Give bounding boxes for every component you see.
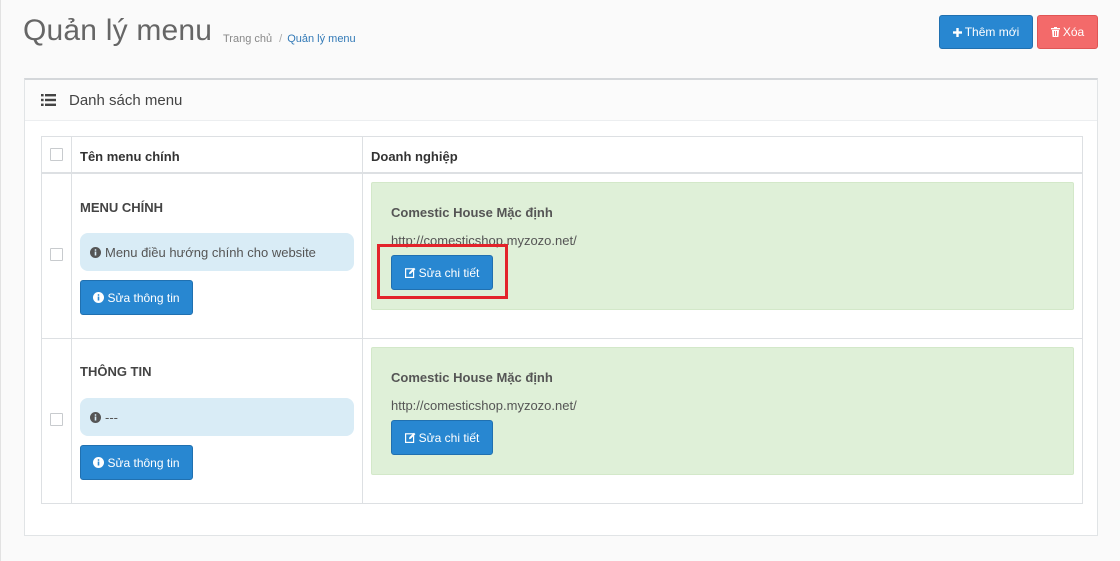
delete-label: Xóa	[1062, 25, 1085, 39]
menu-table: Tên menu chính Doanh nghiệp MENU CHÍNH M…	[41, 136, 1083, 504]
row-checkbox[interactable]	[50, 248, 63, 261]
breadcrumb-home[interactable]: Trang chủ	[223, 33, 272, 45]
menu-list-panel: Danh sách menu Tên menu chính Doanh nghi…	[24, 78, 1098, 536]
column-header-business[interactable]: Doanh nghiệp	[371, 149, 458, 164]
info-circle-icon	[90, 246, 101, 258]
add-new-label: Thêm mới	[964, 25, 1020, 39]
edit-detail-label: Sửa chi tiết	[418, 265, 480, 280]
breadcrumb-separator: /	[279, 33, 283, 45]
business-url: http://comesticshop.myzozo.net/	[391, 398, 577, 413]
business-card: Comestic House Mặc định http://comestics…	[371, 182, 1074, 310]
menu-description: ---	[80, 398, 354, 436]
business-url: http://comesticshop.myzozo.net/	[391, 233, 577, 248]
edit-info-label: Sửa thông tin	[107, 455, 180, 470]
edit-info-button[interactable]: Sửa thông tin	[80, 280, 193, 315]
page: Quản lý menu Trang chủ / Quản lý menu Thêm…	[0, 0, 1120, 561]
edit-icon	[404, 267, 416, 278]
delete-button[interactable]: Xóa	[1037, 15, 1098, 49]
menu-description-text: Menu điều hướng chính cho website	[105, 244, 316, 260]
row-divider	[42, 338, 1082, 339]
row-checkbox[interactable]	[50, 413, 63, 426]
add-new-button[interactable]: Thêm mới	[939, 15, 1033, 49]
edit-detail-button[interactable]: Sửa chi tiết	[391, 255, 493, 290]
edit-detail-button[interactable]: Sửa chi tiết	[391, 420, 493, 455]
column-divider	[71, 137, 72, 503]
edit-info-button[interactable]: Sửa thông tin	[80, 445, 193, 480]
business-name: Comestic House Mặc định	[391, 370, 553, 385]
business-card: Comestic House Mặc định http://comestics…	[371, 347, 1074, 475]
menu-description: Menu điều hướng chính cho website	[80, 233, 354, 271]
menu-description-text: ---	[105, 409, 118, 425]
list-icon	[41, 94, 56, 106]
trash-icon	[1050, 27, 1060, 37]
select-all-checkbox[interactable]	[50, 148, 63, 161]
menu-name: MENU CHÍNH	[80, 200, 164, 215]
info-circle-icon	[90, 411, 101, 423]
edit-info-label: Sửa thông tin	[107, 290, 180, 305]
breadcrumb-current[interactable]: Quản lý menu	[287, 33, 355, 45]
info-circle-icon	[93, 457, 105, 468]
page-title: Quản lý menu	[23, 14, 213, 47]
breadcrumb: Trang chủ / Quản lý menu	[223, 33, 356, 45]
info-circle-icon	[93, 292, 105, 303]
plus-icon	[952, 27, 962, 37]
panel-header: Danh sách menu	[25, 80, 1097, 121]
edit-icon	[404, 432, 416, 443]
menu-name: THÔNG TIN	[80, 364, 152, 379]
business-name: Comestic House Mặc định	[391, 205, 553, 220]
edit-detail-label: Sửa chi tiết	[418, 430, 480, 445]
panel-caption: Danh sách menu	[69, 91, 183, 109]
header-divider	[42, 172, 1082, 174]
column-header-name[interactable]: Tên menu chính	[80, 149, 180, 164]
column-divider	[362, 137, 363, 503]
